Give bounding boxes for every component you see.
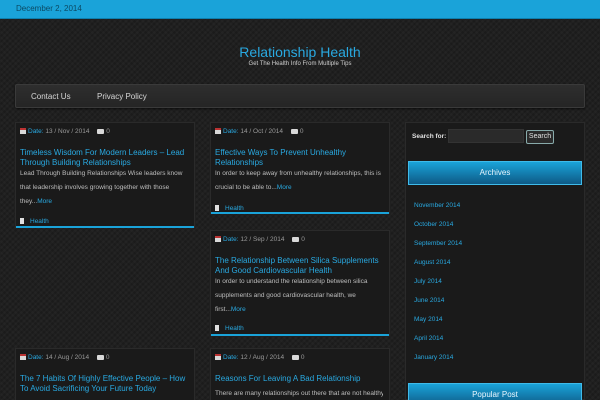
more-link[interactable]: More	[37, 198, 52, 205]
comment-count[interactable]: 0	[106, 128, 110, 135]
post-title[interactable]: The Relationship Between Silica Suppleme…	[215, 256, 383, 276]
site-header: Relationship Health Get The Health Info …	[0, 44, 600, 69]
archive-link[interactable]: September 2014	[414, 240, 578, 259]
nav-item-privacy-policy[interactable]: Privacy Policy	[97, 92, 147, 101]
post-category[interactable]: Health	[215, 325, 244, 332]
comments-icon	[97, 129, 105, 134]
post-title[interactable]: The 7 Habits Of Highly Effective People …	[20, 374, 188, 394]
post-category[interactable]: Health	[215, 205, 244, 212]
calendar-icon	[215, 128, 221, 134]
post-excerpt: In order to understand the relationship …	[215, 278, 368, 313]
top-bar: December 2, 2014	[0, 0, 600, 19]
archives-list: November 2014 October 2014 September 201…	[414, 202, 578, 373]
post-date: 14 / Aug / 2014	[45, 354, 90, 361]
post-meta: Date: 14 / Oct / 2014 0	[215, 128, 303, 135]
archive-link[interactable]: August 2014	[414, 259, 578, 278]
post-meta: Date: 12 / Sep / 2014 0	[215, 236, 305, 243]
comments-icon	[291, 355, 299, 360]
search-label: Search for:	[412, 133, 447, 140]
nav-item-contact-us[interactable]: Contact Us	[31, 92, 71, 101]
post-underline	[211, 212, 389, 214]
post-date: 14 / Oct / 2014	[240, 128, 283, 135]
post-date: 12 / Sep / 2014	[240, 236, 285, 243]
post-category[interactable]: Health	[20, 218, 49, 225]
site-description: Get The Health Info From Multiple Tips	[248, 61, 352, 67]
post-excerpt: In order to keep away from unhealthy rel…	[215, 170, 381, 191]
post-card: Date: 12 / Sep / 2014 0 The Relationship…	[210, 230, 390, 336]
search-input[interactable]	[448, 129, 524, 143]
comment-count[interactable]: 0	[301, 354, 305, 361]
post-card: Date: 12 / Aug / 2014 0 Reasons For Leav…	[210, 348, 390, 400]
main-nav: Contact Us Privacy Policy	[15, 84, 585, 108]
post-meta: Date: 12 / Aug / 2014 0	[215, 354, 305, 361]
post-underline	[16, 226, 194, 228]
calendar-icon	[20, 354, 26, 360]
tag-icon	[215, 205, 219, 211]
post-card: Date: 13 / Nov / 2014 0 Timeless Wisdom …	[15, 122, 195, 228]
post-underline	[211, 334, 389, 336]
comments-icon	[290, 129, 298, 134]
archive-link[interactable]: July 2014	[414, 278, 578, 297]
comment-count[interactable]: 0	[106, 354, 110, 361]
current-date: December 2, 2014	[16, 4, 82, 13]
site-title[interactable]: Relationship Health	[0, 44, 600, 60]
archive-link[interactable]: June 2014	[414, 297, 578, 316]
calendar-icon	[215, 354, 221, 360]
post-meta: Date: 14 / Aug / 2014 0	[20, 354, 110, 361]
comment-count[interactable]: 0	[301, 236, 305, 243]
search-button[interactable]: Search	[526, 130, 554, 144]
post-card: Date: 14 / Aug / 2014 0 The 7 Habits Of …	[15, 348, 195, 400]
comments-icon	[292, 237, 300, 242]
archives-heading: Archives	[408, 161, 582, 185]
archive-link[interactable]: April 2014	[414, 335, 578, 354]
post-card: Date: 14 / Oct / 2014 0 Effective Ways T…	[210, 122, 390, 214]
archive-link[interactable]: November 2014	[414, 202, 578, 221]
post-excerpt: There are many relationships out there t…	[215, 390, 383, 397]
tag-icon	[215, 325, 219, 331]
post-date: 13 / Nov / 2014	[45, 128, 90, 135]
tag-icon	[20, 218, 24, 224]
more-link[interactable]: More	[277, 184, 292, 191]
comments-icon	[96, 355, 104, 360]
post-title[interactable]: Reasons For Leaving A Bad Relationship	[215, 374, 383, 384]
post-title[interactable]: Timeless Wisdom For Modern Leaders – Lea…	[20, 148, 188, 168]
archive-link[interactable]: May 2014	[414, 316, 578, 335]
post-excerpt: Lead Through Building Relationships Wise…	[20, 170, 183, 205]
sidebar: Search for: Search Archives November 201…	[405, 122, 585, 400]
post-date: 12 / Aug / 2014	[240, 354, 285, 361]
comment-count[interactable]: 0	[300, 128, 304, 135]
archive-link[interactable]: January 2014	[414, 354, 578, 373]
more-link[interactable]: More	[231, 306, 246, 313]
popular-post-heading: Popular Post	[408, 383, 582, 400]
post-title[interactable]: Effective Ways To Prevent Unhealthy Rela…	[215, 148, 383, 168]
post-meta: Date: 13 / Nov / 2014 0	[20, 128, 110, 135]
calendar-icon	[215, 236, 221, 242]
archive-link[interactable]: October 2014	[414, 221, 578, 240]
calendar-icon	[20, 128, 26, 134]
